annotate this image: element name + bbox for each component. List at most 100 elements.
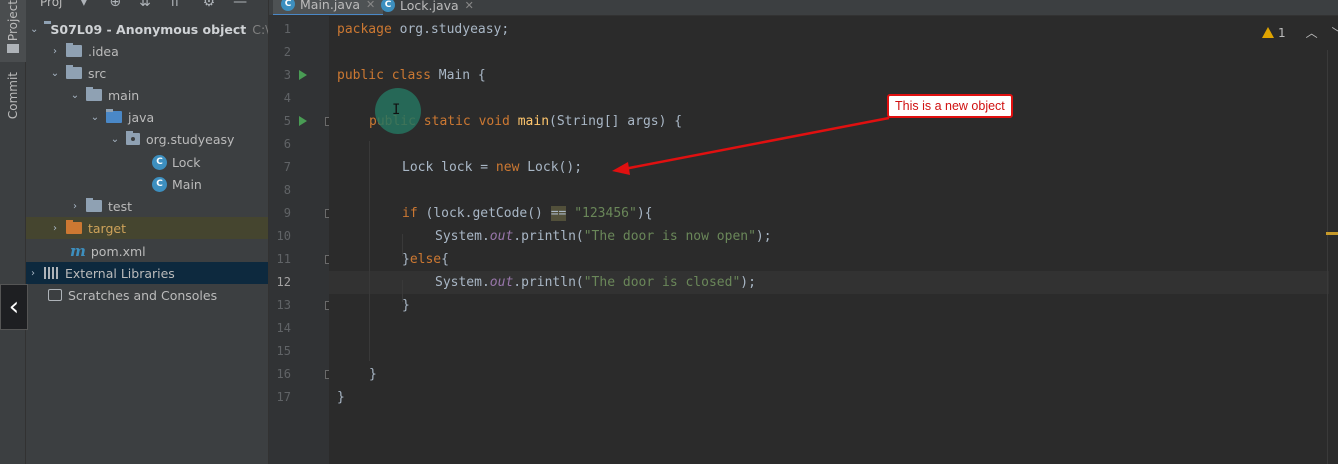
chevron-right-icon[interactable]: ›: [28, 268, 38, 279]
tree-item-label: pom.xml: [90, 243, 146, 259]
tree-item-package[interactable]: ⌄ org.studyeasy: [26, 128, 268, 150]
tree-item-project-root[interactable]: ⌄ S07L09 - Anonymous object C:\Us: [26, 18, 269, 40]
chevron-right-icon[interactable]: ›: [70, 201, 80, 212]
line-number: 12: [276, 275, 291, 289]
hide-icon[interactable]: —: [233, 0, 247, 10]
tree-item-lock[interactable]: C Lock: [26, 151, 268, 173]
tree-item-target[interactable]: › target: [26, 217, 268, 239]
dropdown-icon[interactable]: ▾: [80, 0, 87, 10]
tree-item-main-class[interactable]: C Main: [26, 173, 268, 195]
chevron-down-icon[interactable]: ⌄: [30, 24, 38, 35]
chevron-right-icon[interactable]: ›: [50, 223, 60, 234]
line-number: 9: [283, 206, 291, 220]
inspections-widget[interactable]: 1 ︿ ﹀: [1262, 24, 1338, 41]
project-panel-title[interactable]: Proj: [40, 0, 62, 9]
maven-icon: m: [70, 242, 86, 260]
text-cursor-icon: I: [392, 102, 401, 118]
tree-item-label: target: [88, 220, 127, 236]
tree-item-java[interactable]: ⌄ java: [26, 106, 268, 128]
annotation-callout: This is a new object: [887, 94, 1013, 118]
code-line-7: Lock lock = new Lock();: [402, 160, 583, 175]
package-icon: [126, 131, 140, 145]
tab-main-java[interactable]: C Main.java ✕: [273, 0, 384, 15]
code-line-12: System.out.println("The door is closed")…: [435, 275, 756, 290]
collapse-all-icon[interactable]: ⇊: [139, 0, 151, 10]
folder-icon: [66, 65, 82, 79]
line-number: 6: [283, 137, 291, 151]
chevron-down-icon[interactable]: ⌄: [110, 134, 120, 145]
run-main-icon[interactable]: [299, 116, 307, 126]
run-class-icon[interactable]: [299, 70, 307, 80]
code-line-10: System.out.println("The door is now open…: [435, 229, 772, 244]
warning-scroll-marker[interactable]: [1326, 232, 1338, 235]
tree-item-label: Lock: [172, 154, 201, 170]
tree-item-main[interactable]: ⌄ main: [26, 84, 268, 106]
chevron-right-icon[interactable]: ›: [50, 46, 60, 57]
tree-item-external-libraries[interactable]: › External Libraries: [26, 262, 268, 284]
locate-icon[interactable]: ⊕: [109, 0, 121, 10]
line-number: 3: [283, 68, 291, 82]
expand-all-icon[interactable]: ⇈: [169, 0, 181, 10]
line-number: 5: [283, 114, 291, 128]
line-number: 11: [276, 252, 291, 266]
line-number: 8: [283, 183, 291, 197]
tab-lock-java[interactable]: C Lock.java ✕: [373, 0, 482, 15]
class-icon: C: [152, 154, 167, 170]
editor-tabs: C Main.java ✕ C Lock.java ✕: [269, 0, 1338, 16]
scrollbar-track[interactable]: [1327, 50, 1328, 464]
code-line-11: }else{: [402, 252, 449, 267]
close-icon[interactable]: ✕: [465, 0, 474, 12]
excluded-folder-icon: [66, 220, 82, 234]
code-line-9: if (lock.getCode() == "123456"){: [402, 206, 653, 221]
commit-tool-tab[interactable]: Commit: [0, 72, 26, 134]
chevron-left-icon: ‹: [8, 292, 20, 322]
tree-item-pom[interactable]: m pom.xml: [26, 240, 268, 262]
tree-item-label: src: [88, 65, 107, 81]
tree-item-path: C:\Us: [252, 21, 269, 37]
project-panel: Proj ▾ ⊕ ⇊ ⇈ ⚙ — ⌄ S07L09 - Anonymous ob…: [26, 0, 269, 464]
code-line-16: }: [369, 367, 377, 382]
source-folder-icon: [106, 109, 122, 123]
code-line-1: package org.studyeasy;: [337, 22, 510, 37]
library-icon: [44, 267, 60, 279]
code-editor[interactable]: package org.studyeasy; public class Main…: [329, 16, 1338, 464]
chevron-up-icon[interactable]: ︿: [1306, 24, 1318, 41]
tree-item-scratches[interactable]: Scratches and Consoles: [26, 284, 268, 306]
collapse-panel-button[interactable]: ‹: [0, 284, 28, 330]
chevron-down-icon[interactable]: ⌄: [50, 68, 60, 79]
commit-tab-label: Commit: [6, 72, 20, 120]
line-number: 10: [276, 229, 291, 243]
tree-item-label: .idea: [88, 43, 119, 59]
class-icon: C: [281, 0, 295, 11]
tree-item-src[interactable]: ⌄ src: [26, 62, 268, 84]
line-number: 1: [283, 22, 291, 36]
folder-icon: [86, 198, 102, 212]
code-line-17: }: [337, 390, 345, 405]
tree-item-idea[interactable]: › .idea: [26, 40, 268, 62]
tree-item-label: Main: [172, 176, 202, 192]
chevron-down-icon[interactable]: ﹀: [1332, 24, 1338, 41]
tree-item-label: main: [108, 87, 140, 103]
runnable-class-icon: C: [152, 176, 167, 192]
folder-icon: [7, 44, 19, 54]
folder-icon: [66, 43, 82, 57]
project-tool-tab[interactable]: Project: [0, 0, 26, 62]
line-number: 2: [283, 45, 291, 59]
tab-label: Main.java: [300, 0, 361, 12]
line-number: 17: [276, 390, 291, 404]
tree-item-label: S07L09 - Anonymous object: [50, 21, 247, 37]
chevron-down-icon[interactable]: ⌄: [90, 112, 100, 123]
tree-item-test[interactable]: › test: [26, 195, 268, 217]
project-panel-header: Proj ▾ ⊕ ⇊ ⇈ ⚙ —: [26, 0, 268, 11]
tree-item-label: External Libraries: [65, 265, 175, 281]
code-line-13: }: [402, 298, 410, 313]
line-number: 13: [276, 298, 291, 312]
class-icon: C: [381, 0, 395, 12]
warning-icon: [1262, 27, 1274, 38]
line-number: 15: [276, 344, 291, 358]
tab-label: Lock.java: [400, 0, 459, 13]
folder-icon: [86, 87, 102, 101]
line-number: 4: [283, 91, 291, 105]
gear-icon[interactable]: ⚙: [203, 0, 216, 10]
chevron-down-icon[interactable]: ⌄: [70, 90, 80, 101]
